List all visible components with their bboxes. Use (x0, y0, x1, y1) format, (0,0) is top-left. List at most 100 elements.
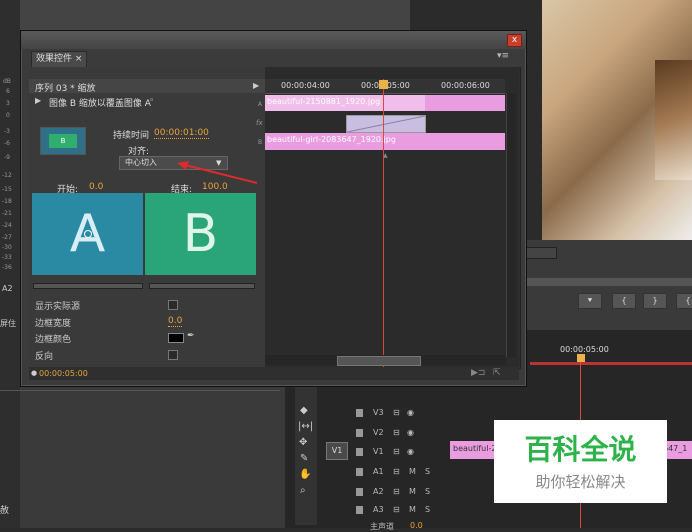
db-tick: -24 (2, 222, 12, 229)
mute-button[interactable]: M (409, 487, 416, 496)
db-tick: -15 (2, 186, 12, 193)
mute-button[interactable]: M (409, 505, 416, 514)
tab-effect-controls[interactable]: 效果控件 × (31, 51, 88, 67)
go-to-in-button[interactable]: { (676, 293, 692, 309)
work-area-bar[interactable] (530, 362, 692, 365)
end-value[interactable]: 100.0 (202, 182, 228, 192)
hand-tool-icon[interactable]: ✋ (299, 469, 311, 480)
mark-out-button[interactable]: } (643, 293, 667, 309)
track-v1-label[interactable]: V1 (373, 447, 384, 456)
show-actual-sources-checkbox[interactable] (168, 300, 178, 310)
horizontal-scroll-thumb[interactable] (337, 356, 421, 366)
vertical-scrollbar[interactable] (506, 93, 516, 357)
track-a3-label[interactable]: A3 (373, 505, 384, 514)
db-tick: -30 (2, 244, 12, 251)
track-a1-label[interactable]: A1 (373, 467, 384, 476)
eye-icon[interactable]: ◉ (407, 447, 414, 456)
sync-lock-icon[interactable]: ⊟ (393, 408, 400, 417)
mute-button[interactable]: M (409, 467, 416, 476)
side-label: 屏住 (0, 319, 16, 328)
end-slider[interactable] (149, 283, 255, 289)
play-transition-icon[interactable]: ▶ (35, 96, 41, 105)
window-titlebar[interactable] (21, 31, 526, 49)
razor-tool-icon[interactable]: ◆ (300, 405, 308, 416)
alignment-selected: 中心切入 (125, 158, 157, 167)
duration-value[interactable]: 00:00:01:00 (154, 128, 209, 139)
db-tick: -27 (2, 234, 12, 241)
master-track-value[interactable]: 0.0 (410, 521, 423, 530)
transition-diagonal-line (346, 115, 426, 133)
lock-icon[interactable] (356, 506, 363, 514)
track-v2-label[interactable]: V2 (373, 428, 384, 437)
db-tick: 6 (6, 88, 10, 95)
border-width-value[interactable]: 0.0 (168, 316, 183, 327)
solo-button[interactable]: S (425, 467, 430, 476)
effect-name-suffix: ◦ (149, 96, 155, 106)
solo-button[interactable]: S (425, 505, 430, 514)
effect-controls-window: x 效果控件 × ▾≡ 序列 03 * 缩放 ▶ ▶ 图像 B 缩放以覆盖图像 … (20, 30, 527, 387)
close-button[interactable]: x (507, 34, 522, 47)
effect-playhead[interactable] (383, 79, 384, 367)
expand-arrow-icon[interactable]: ▶ (253, 81, 259, 90)
thumbnail-b-label: B (49, 134, 77, 148)
sync-lock-icon[interactable]: ⊟ (393, 487, 400, 496)
preview-b[interactable]: B (145, 193, 256, 275)
border-color-swatch[interactable] (168, 333, 184, 343)
db-unit-label: dB (3, 78, 11, 85)
start-value[interactable]: 0.0 (89, 182, 103, 192)
transition-diagonal-icon (346, 115, 426, 133)
db-tick: 0 (6, 112, 10, 119)
slip-tool-icon[interactable]: |↔| (298, 421, 313, 432)
effect-playhead-handle[interactable] (379, 80, 388, 89)
track-a2-label[interactable]: A2 (373, 487, 384, 496)
db-tick: -12 (2, 172, 12, 179)
lock-icon[interactable] (356, 448, 363, 456)
transition-clip[interactable] (346, 115, 426, 133)
track-v3-label[interactable]: V3 (373, 408, 384, 417)
monitor-scrubber[interactable] (525, 278, 692, 286)
lock-icon[interactable] (356, 429, 363, 437)
v1-clip-label: beautiful-2 (453, 444, 497, 453)
export-frame-icon[interactable]: ⇱ (493, 368, 501, 378)
divider (0, 390, 280, 391)
sync-lock-icon[interactable]: ⊟ (393, 505, 400, 514)
reverse-checkbox[interactable] (168, 350, 178, 360)
db-tick: 3 (6, 100, 10, 107)
lock-icon[interactable] (356, 468, 363, 476)
lock-icon[interactable] (356, 409, 363, 417)
fx-icon: fx (256, 119, 263, 127)
play-only-audio-icon[interactable]: ▶⊐ (471, 368, 485, 378)
db-tick: -36 (2, 264, 12, 271)
border-color-label: 边框颜色 (35, 335, 72, 345)
timeline-playhead-handle[interactable] (577, 354, 585, 362)
track-a-letter: A (258, 101, 263, 108)
mark-in-button[interactable]: { (612, 293, 636, 309)
solo-button[interactable]: S (425, 487, 430, 496)
slide-tool-icon[interactable]: ✥ (299, 437, 307, 448)
status-timecode[interactable]: 00:00:05:00 (39, 369, 88, 378)
timecode-icon: ● (31, 369, 38, 377)
eye-icon[interactable]: ◉ (407, 428, 414, 437)
lock-icon[interactable] (356, 488, 363, 496)
zoom-tool-icon[interactable]: ⌕ (300, 485, 306, 496)
track-b-letter: B (258, 139, 263, 146)
db-tick: -18 (2, 198, 12, 205)
panel-menu-icon[interactable]: ▾≡ (497, 51, 509, 61)
center-point-icon[interactable] (84, 230, 92, 238)
pen-tool-icon[interactable]: ✎ (300, 453, 308, 464)
add-marker-button[interactable]: ⯆ (578, 293, 602, 309)
annotation-arrow-head (177, 161, 189, 170)
bottom-left-label: 赦 (0, 506, 10, 516)
v1-source-patch[interactable]: V1 (326, 442, 348, 460)
duration-label: 持续时间 (113, 131, 150, 141)
sync-lock-icon[interactable]: ⊟ (393, 447, 400, 456)
db-tick: -21 (2, 210, 12, 217)
reverse-label: 反向 (35, 352, 54, 362)
transition-thumbnail: B (40, 127, 86, 155)
eye-icon[interactable]: ◉ (407, 408, 414, 417)
eyedropper-icon[interactable]: ✒ (187, 331, 195, 341)
sync-lock-icon[interactable]: ⊟ (393, 428, 400, 437)
start-slider[interactable] (33, 283, 143, 289)
zoom-dropdown[interactable] (525, 247, 557, 259)
sync-lock-icon[interactable]: ⊟ (393, 467, 400, 476)
